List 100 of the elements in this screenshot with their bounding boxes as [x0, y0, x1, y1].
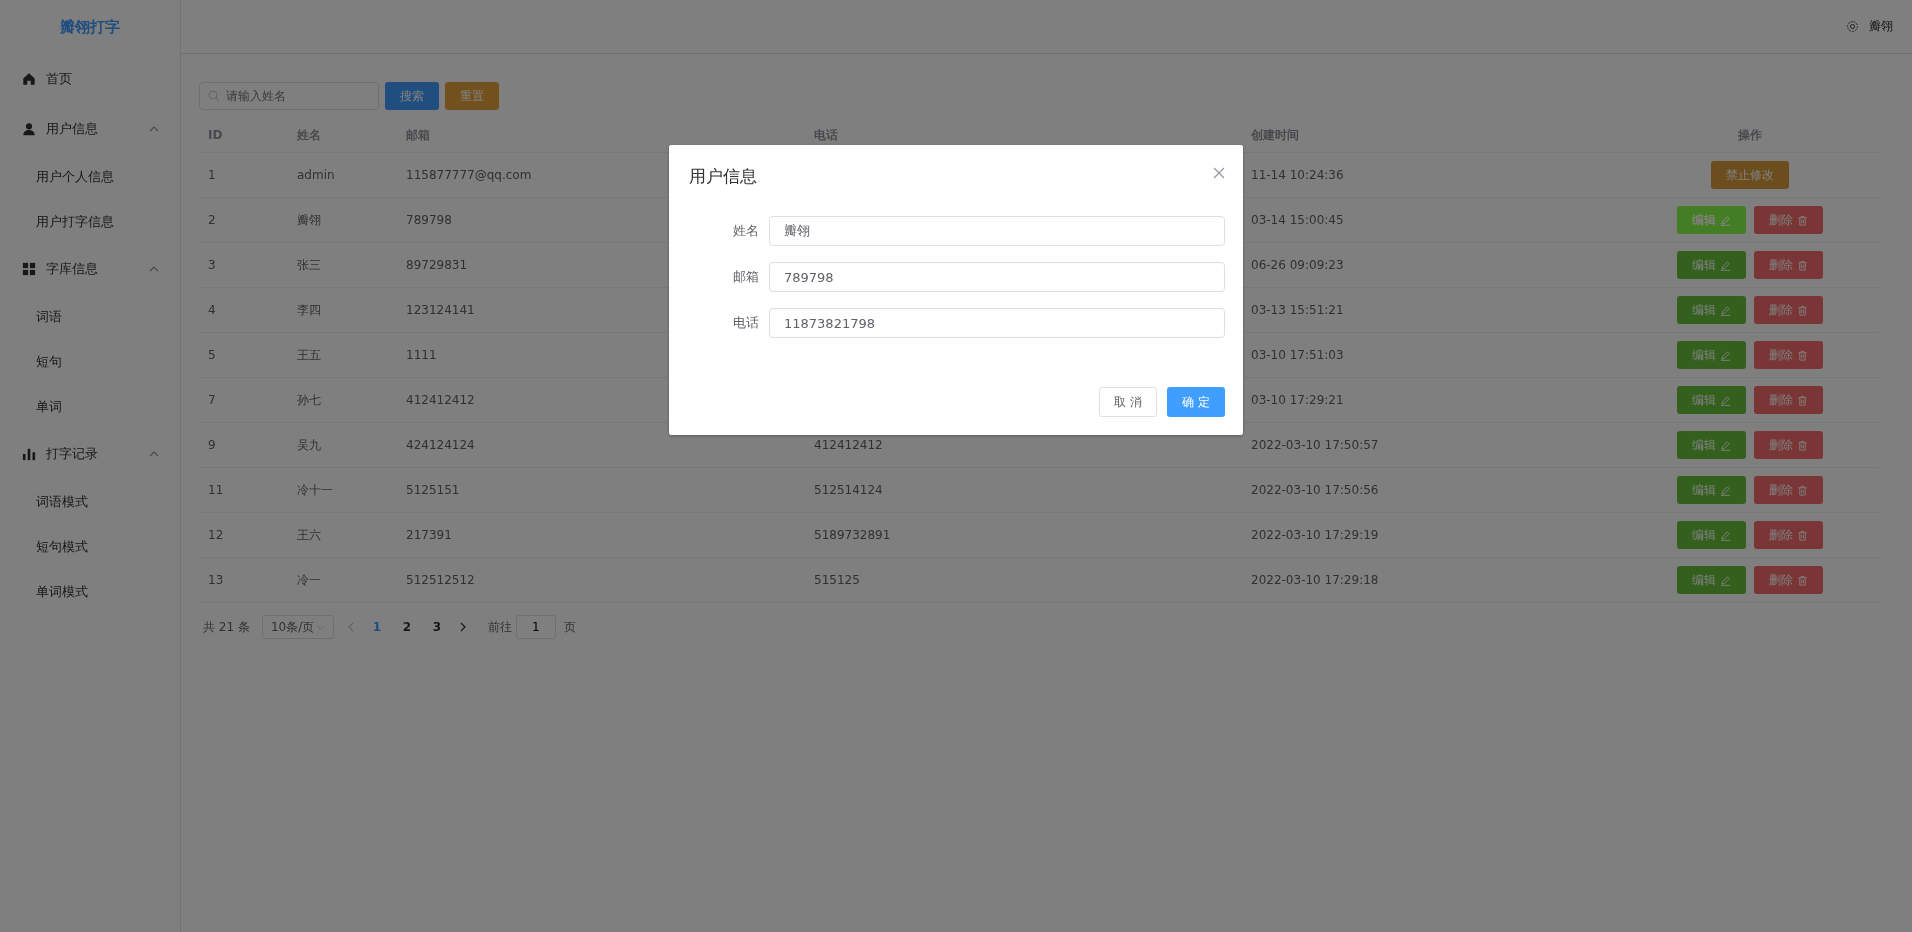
delete-button[interactable]: 删除 — [1754, 296, 1823, 324]
page-size-select[interactable]: 10条/页 — [261, 615, 334, 639]
trash-icon — [1797, 349, 1808, 361]
submenu-item[interactable]: 短句模式 — [0, 524, 180, 569]
edit-button[interactable]: 编辑 — [1677, 251, 1746, 279]
table-cell: 2022-03-10 17:29:18 — [1251, 573, 1379, 587]
submenu-item[interactable]: 词语 — [0, 294, 180, 339]
delete-button[interactable]: 删除 — [1754, 251, 1823, 279]
table-cell: 1111 — [406, 348, 437, 362]
input-field[interactable]: 789798 — [769, 262, 1225, 292]
home-icon — [22, 72, 36, 86]
table-cell: 03-14 15:00:45 — [1251, 213, 1344, 227]
table-cell: 412412412 — [814, 438, 883, 452]
menu-item[interactable]: 打字记录 — [0, 429, 180, 479]
page-suffix: 页 — [563, 618, 576, 636]
page-number[interactable]: 3 — [427, 620, 446, 634]
trash-icon — [1797, 439, 1808, 451]
submenu-item[interactable]: 单词 — [0, 384, 180, 429]
field-label: 邮箱 — [732, 268, 759, 286]
delete-button[interactable]: 删除 — [1754, 386, 1823, 414]
submenu-item[interactable]: 用户个人信息 — [0, 154, 180, 199]
user-icon — [22, 122, 36, 136]
edit-button[interactable]: 编辑 — [1677, 341, 1746, 369]
search-field[interactable]: 请输入姓名 — [199, 82, 379, 110]
table-cell: 3 — [208, 258, 216, 272]
confirm-button[interactable]: 确 定 — [1167, 387, 1225, 417]
bar-chart-icon — [22, 447, 36, 461]
delete-button[interactable]: 删除 — [1754, 566, 1823, 594]
table-cell: 11 — [208, 483, 224, 497]
menu-item[interactable]: 首页 — [0, 54, 180, 104]
table-cell: 123124141 — [406, 303, 475, 317]
submenu-item[interactable]: 短句 — [0, 339, 180, 384]
cancel-button[interactable]: 取 消 — [1099, 387, 1158, 417]
menu-item[interactable]: 字库信息 — [0, 244, 180, 294]
delete-button[interactable]: 删除 — [1754, 431, 1823, 459]
table-cell: 03-10 17:29:21 — [1251, 393, 1344, 407]
edit-button[interactable]: 编辑 — [1677, 431, 1746, 459]
table-cell: 03-13 15:51:21 — [1251, 303, 1344, 317]
table-cell: 瓣翎 — [297, 212, 321, 227]
pencil-icon — [1720, 484, 1731, 496]
menu-item[interactable]: 用户信息 — [0, 104, 180, 154]
table-cell: 11-14 10:24:36 — [1251, 168, 1344, 182]
table-cell: 512512512 — [406, 573, 475, 587]
field-label: 姓名 — [732, 222, 759, 240]
trash-icon — [1797, 394, 1808, 406]
delete-button[interactable]: 删除 — [1754, 341, 1823, 369]
dialog-title: 用户信息 — [689, 165, 757, 188]
edit-button[interactable]: 编辑 — [1677, 206, 1746, 234]
submenu-item[interactable]: 词语模式 — [0, 479, 180, 524]
locked-button[interactable]: 禁止修改 — [1711, 161, 1789, 189]
table-cell: 冷十一 — [297, 482, 333, 497]
page-input[interactable]: 1 — [515, 615, 556, 639]
table-cell: 2022-03-10 17:50:57 — [1251, 438, 1379, 452]
table-cell: 06-26 09:09:23 — [1251, 258, 1344, 272]
edit-button[interactable]: 编辑 — [1677, 296, 1746, 324]
trash-icon — [1797, 574, 1808, 586]
search-button[interactable]: 搜索 — [385, 82, 439, 110]
page-number[interactable]: 2 — [397, 620, 416, 634]
table-cell: 2022-03-10 17:29:19 — [1251, 528, 1379, 542]
grid-icon — [22, 262, 36, 276]
trash-icon — [1797, 529, 1808, 541]
reset-button[interactable]: 重置 — [445, 82, 499, 110]
delete-button[interactable]: 删除 — [1754, 476, 1823, 504]
table-cell: 03-10 17:51:03 — [1251, 348, 1344, 362]
page-number[interactable]: 1 — [367, 620, 386, 634]
pencil-icon — [1720, 214, 1731, 226]
table-cell: 789798 — [406, 213, 452, 227]
input-field[interactable]: 11873821798 — [769, 308, 1225, 338]
edit-button[interactable]: 编辑 — [1677, 566, 1746, 594]
table-cell: 冷一 — [297, 572, 321, 587]
settings-icon[interactable] — [1846, 20, 1859, 33]
table-cell: 515125 — [814, 573, 860, 587]
pencil-icon — [1720, 574, 1731, 586]
user-name[interactable]: 瓣翎 — [1869, 18, 1893, 35]
table-cell: 512514124 — [814, 483, 883, 497]
pencil-icon — [1720, 394, 1731, 406]
table-cell: 9 — [208, 438, 216, 452]
pencil-icon — [1720, 439, 1731, 451]
field-label: 电话 — [732, 314, 759, 332]
pencil-icon — [1720, 304, 1731, 316]
input-field[interactable]: 瓣翎 — [769, 216, 1225, 246]
trash-icon — [1797, 259, 1808, 271]
delete-button[interactable]: 删除 — [1754, 206, 1823, 234]
edit-button[interactable]: 编辑 — [1677, 386, 1746, 414]
edit-button[interactable]: 编辑 — [1677, 476, 1746, 504]
total-count: 共 21 条 — [203, 618, 250, 636]
app-logo[interactable]: 瓣翎打字 — [60, 17, 120, 37]
table-cell: 1 — [208, 168, 216, 182]
submenu-item[interactable]: 单词模式 — [0, 569, 180, 614]
table-cell: 13 — [208, 573, 224, 587]
edit-button[interactable]: 编辑 — [1677, 521, 1746, 549]
submenu-item[interactable]: 用户打字信息 — [0, 199, 180, 244]
delete-button[interactable]: 删除 — [1754, 521, 1823, 549]
close-icon[interactable] — [1213, 167, 1225, 179]
table-cell: 7 — [208, 393, 216, 407]
table-cell: 217391 — [406, 528, 452, 542]
table-cell: admin — [297, 168, 335, 182]
table-cell: 4 — [208, 303, 216, 317]
table-cell: 张三 — [297, 257, 321, 272]
table-cell: 412412412 — [406, 393, 475, 407]
